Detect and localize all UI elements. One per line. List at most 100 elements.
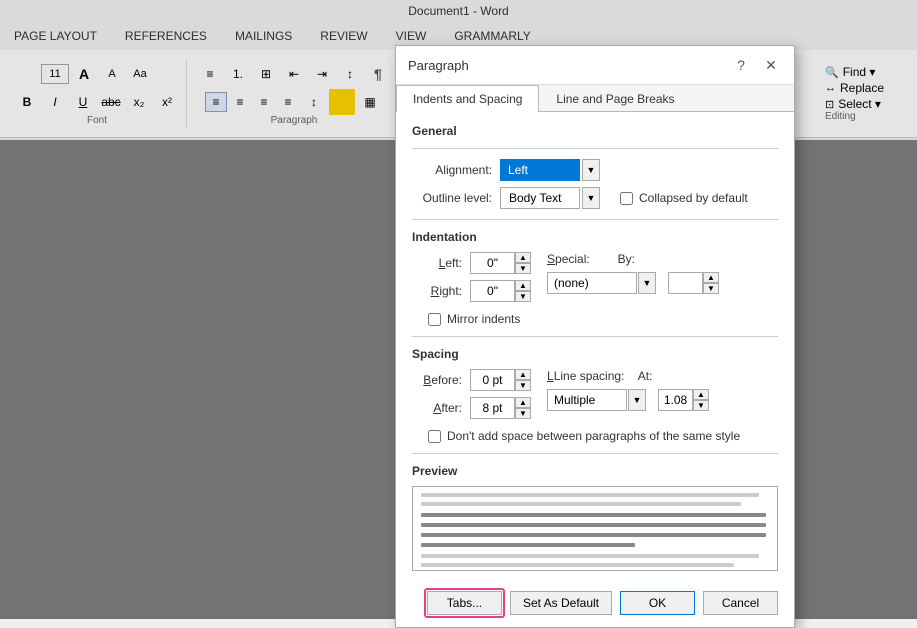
before-rest: efore: [431, 373, 462, 387]
tab-indents-spacing[interactable]: Indents and Spacing [396, 85, 539, 112]
alignment-label: Alignment: [412, 163, 492, 177]
by-input[interactable] [668, 272, 703, 294]
dialog-close-button[interactable]: ✕ [760, 54, 782, 76]
alignment-dropdown-arrow[interactable]: ▼ [582, 159, 600, 181]
indent-right-spin: ▲ ▼ [470, 280, 531, 302]
cancel-button[interactable]: Cancel [703, 591, 778, 615]
tabs-button[interactable]: Tabs... [427, 591, 502, 615]
indent-left-row: Left: ▲ ▼ [412, 252, 531, 274]
dialog-help-button[interactable]: ? [730, 54, 752, 76]
next-line-1 [421, 554, 759, 558]
by-up[interactable]: ▲ [703, 272, 719, 283]
dialog-tabs: Indents and Spacing Line and Page Breaks [396, 85, 794, 112]
outline-select[interactable]: Body Text [500, 187, 580, 209]
collapsed-label: Collapsed by default [639, 191, 748, 205]
dialog-title: Paragraph [408, 58, 469, 73]
spacing-right-col: LLine spacing: At: Multiple ▼ ▲ ▼ [547, 369, 778, 425]
by-down[interactable]: ▼ [703, 283, 719, 294]
indent-left-up[interactable]: ▲ [515, 252, 531, 263]
before-row: Before: ▲ ▼ [412, 369, 531, 391]
sample-line-1 [421, 513, 766, 517]
spacing-section-label: Spacing [412, 347, 778, 361]
preview-divider [412, 453, 778, 454]
at-label: At: [632, 369, 652, 383]
before-input[interactable] [470, 369, 515, 391]
at-down[interactable]: ▼ [693, 400, 709, 411]
by-spinbtns: ▲ ▼ [703, 272, 719, 294]
spacing-cols: Before: ▲ ▼ After: [412, 369, 778, 425]
tabs-btn-container: Tabs... [427, 591, 502, 615]
dont-add-label: Don't add space between paragraphs of th… [447, 429, 740, 443]
alignment-select[interactable]: Left [500, 159, 580, 181]
special-rest: pecial: [555, 252, 590, 266]
at-input[interactable] [658, 389, 693, 411]
indent-right-up[interactable]: ▲ [515, 280, 531, 291]
next-paragraph [417, 552, 773, 569]
prev-line-2 [421, 502, 741, 506]
dialog-footer: Tabs... Set As Default OK Cancel [396, 583, 794, 627]
indent-left-label: Left: [412, 256, 462, 270]
general-section-label: General [412, 124, 778, 138]
indent-right-spinbtns: ▲ ▼ [515, 280, 531, 302]
special-values-row: (none) ▼ ▲ ▼ [547, 272, 778, 294]
indent-right-row: Right: ▲ ▼ [412, 280, 531, 302]
sample-line-3 [421, 533, 766, 537]
dialog-titlebar: Paragraph ? ✕ [396, 46, 794, 85]
alignment-row: Alignment: Left ▼ [412, 159, 778, 181]
indent-right-down[interactable]: ▼ [515, 291, 531, 302]
line-spacing-select[interactable]: Multiple [547, 389, 627, 411]
indent-left-spinbtns: ▲ ▼ [515, 252, 531, 274]
outline-dropdown-arrow[interactable]: ▼ [582, 187, 600, 209]
indent-left-rest: eft: [445, 256, 462, 270]
indent-right-label: Right: [412, 284, 462, 298]
ok-button[interactable]: OK [620, 591, 695, 615]
paragraph-dialog: Paragraph ? ✕ Indents and Spacing Line a… [395, 45, 795, 628]
mirror-checkbox[interactable] [428, 313, 441, 326]
after-input[interactable] [470, 397, 515, 419]
after-up[interactable]: ▲ [515, 397, 531, 408]
collapsed-checkbox[interactable] [620, 192, 633, 205]
by-label: By: [610, 252, 635, 266]
line-spacing-label: LLine spacing: [547, 369, 624, 383]
indent-right-input[interactable] [470, 280, 515, 302]
indent-left-down[interactable]: ▼ [515, 263, 531, 274]
set-default-button[interactable]: Set As Default [510, 591, 612, 615]
indent-left-input[interactable] [470, 252, 515, 274]
special-dropdown-arrow[interactable]: ▼ [638, 272, 656, 294]
indent-right-underline: R [431, 284, 440, 298]
prev-paragraph [417, 491, 773, 508]
indent-right-rest: ight: [439, 284, 462, 298]
line-rest: Line spacing: [554, 369, 625, 383]
before-down[interactable]: ▼ [515, 380, 531, 391]
next-line-2 [421, 563, 734, 567]
before-spinbtns: ▲ ▼ [515, 369, 531, 391]
tab-line-page-breaks[interactable]: Line and Page Breaks [539, 85, 691, 112]
sample-paragraph [417, 511, 773, 549]
after-down[interactable]: ▼ [515, 408, 531, 419]
line-underline: L [547, 369, 554, 383]
before-label: Before: [412, 373, 462, 387]
indentation-cols: Left: ▲ ▼ Right: [412, 252, 778, 308]
dont-add-checkbox[interactable] [428, 430, 441, 443]
general-divider [412, 148, 778, 149]
dialog-controls: ? ✕ [730, 54, 782, 76]
at-spin: ▲ ▼ [658, 389, 709, 411]
after-row: After: ▲ ▼ [412, 397, 531, 419]
at-up[interactable]: ▲ [693, 389, 709, 400]
line-spacing-values-row: Multiple ▼ ▲ ▼ [547, 389, 778, 411]
special-row: Special: By: [547, 252, 778, 266]
after-label: After: [412, 401, 462, 415]
dont-add-row: Don't add space between paragraphs of th… [428, 429, 778, 443]
mirror-row: Mirror indents [428, 312, 778, 326]
special-label: Special: [547, 252, 602, 266]
after-spinbtns: ▲ ▼ [515, 397, 531, 419]
preview-box [412, 486, 778, 571]
special-select[interactable]: (none) [547, 272, 637, 294]
spacing-divider [412, 336, 778, 337]
mirror-label: Mirror indents [447, 312, 520, 326]
before-up[interactable]: ▲ [515, 369, 531, 380]
by-spin: ▲ ▼ [668, 272, 719, 294]
sample-line-4 [421, 543, 635, 547]
line-spacing-dropdown-arrow[interactable]: ▼ [628, 389, 646, 411]
indentation-left-col: Left: ▲ ▼ Right: [412, 252, 531, 308]
